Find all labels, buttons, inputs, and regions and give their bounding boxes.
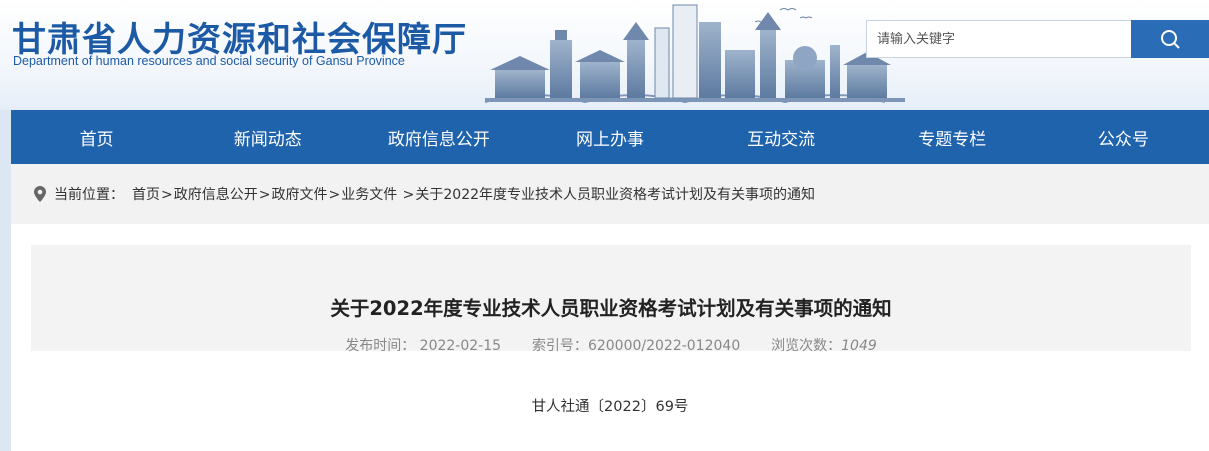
nav-item-topics[interactable]: 专题专栏 [867, 110, 1038, 164]
breadcrumb-item-gov-docs[interactable]: 政府文件 [271, 187, 327, 203]
breadcrumb-label: 当前位置： [54, 187, 124, 203]
nav-item-public-account[interactable]: 公众号 [1038, 110, 1209, 164]
publish-time-label: 发布时间： [345, 338, 416, 354]
index-number: 620000/2022-012040 [587, 338, 741, 354]
main-nav: 首页 新闻动态 政府信息公开 网上办事 互动交流 专题专栏 公众号 [11, 110, 1209, 164]
left-rail [0, 110, 11, 451]
nav-item-gov-info[interactable]: 政府信息公开 [353, 110, 524, 164]
breadcrumb-item-business-docs[interactable]: 业务文件 [341, 187, 397, 203]
location-pin-icon [34, 186, 46, 202]
city-skyline-illustration [484, 4, 905, 104]
nav-item-online-service[interactable]: 网上办事 [524, 110, 695, 164]
index-number-label: 索引号： [531, 338, 588, 354]
search-icon [1161, 30, 1180, 49]
breadcrumb-separator: > [161, 187, 173, 203]
document-number: 甘人社通〔2022〕69号 [531, 399, 689, 415]
publish-time: 2022-02-15 [419, 338, 502, 354]
breadcrumb-separator: > [258, 187, 271, 203]
nav-item-interaction[interactable]: 互动交流 [696, 110, 867, 164]
breadcrumb-item-gov-info[interactable]: 政府信息公开 [174, 187, 258, 203]
breadcrumb-item-home[interactable]: 首页 [132, 187, 160, 203]
article-content: 关于2022年度专业技术人员职业资格考试计划及有关事项的通知 发布时间： 202… [11, 224, 1209, 451]
nav-item-home[interactable]: 首页 [11, 110, 182, 164]
breadcrumb: 当前位置： 首页>政府信息公开>政府文件>业务文件 >关于2022年度专业技术人… [11, 164, 1209, 224]
breadcrumb-separator: > [398, 187, 415, 203]
nav-item-news[interactable]: 新闻动态 [182, 110, 353, 164]
article-header: 关于2022年度专业技术人员职业资格考试计划及有关事项的通知 发布时间： 202… [31, 245, 1191, 354]
article-meta: 发布时间： 2022-02-15 索引号：620000/2022-012040 … [31, 335, 1191, 355]
site-subtitle: Department of human resources and social… [13, 54, 405, 68]
article-title: 关于2022年度专业技术人员职业资格考试计划及有关事项的通知 [330, 297, 892, 320]
search-button[interactable] [1131, 20, 1209, 58]
view-count-label: 浏览次数： [771, 338, 842, 354]
breadcrumb-item-current: 关于2022年度专业技术人员职业资格考试计划及有关事项的通知 [415, 187, 816, 203]
site-header: 甘肃省人力资源和社会保障厅 Department of human resour… [0, 0, 1209, 110]
search-box [866, 20, 1209, 58]
view-count: 1049 [841, 338, 877, 354]
breadcrumb-separator: > [328, 187, 341, 203]
search-input[interactable] [867, 21, 1131, 57]
